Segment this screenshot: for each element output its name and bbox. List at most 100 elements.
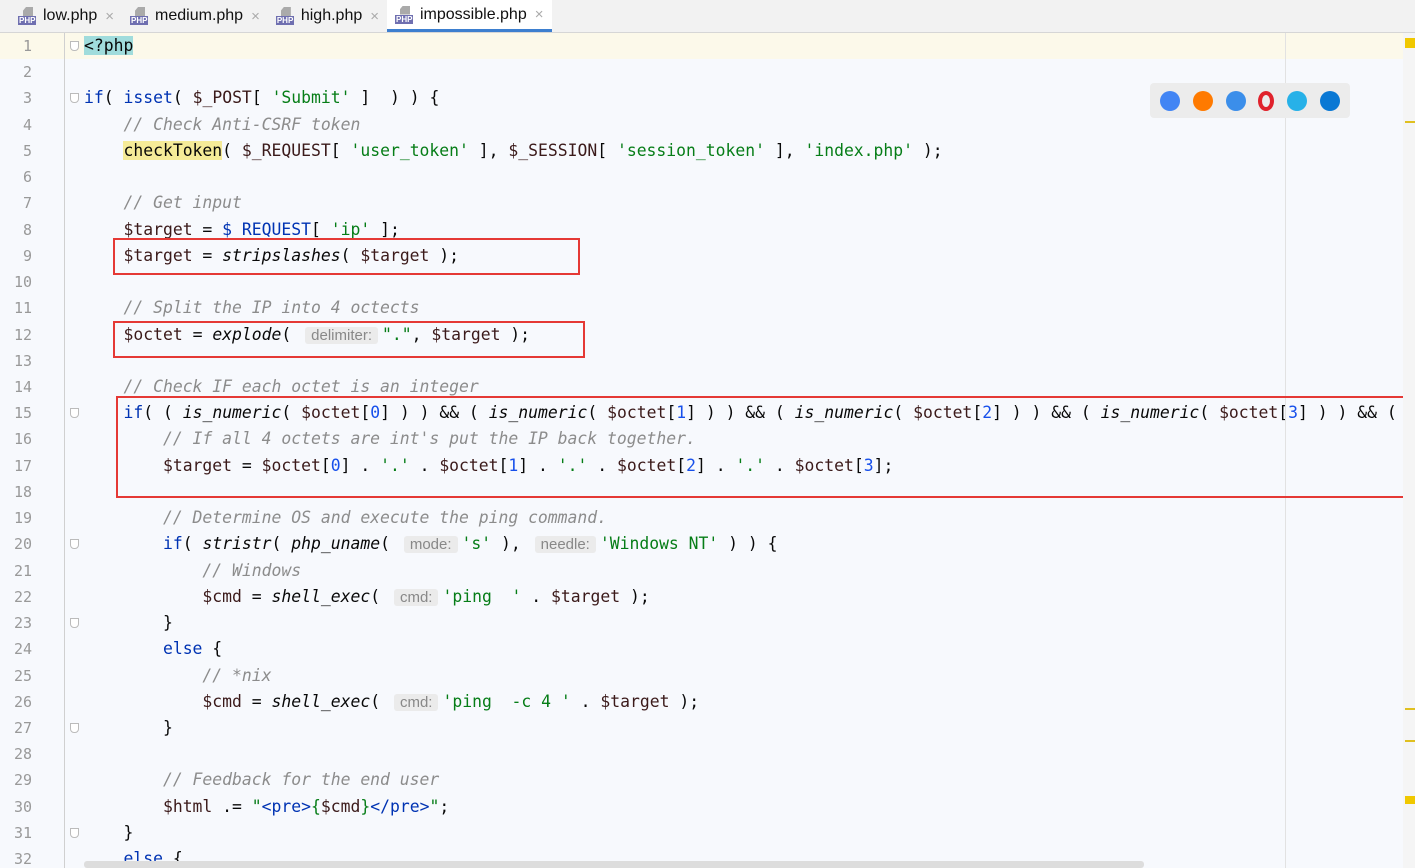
code-line[interactable]: 11 // Split the IP into 4 octects	[0, 295, 1405, 321]
close-icon[interactable]: ×	[535, 6, 544, 23]
tab-label: low.php	[43, 7, 98, 24]
line-number[interactable]: 23	[0, 610, 32, 636]
code-line[interactable]: 6	[0, 164, 1405, 190]
code-line[interactable]: 23 }	[0, 610, 1405, 636]
line-number[interactable]: 14	[0, 374, 32, 400]
line-number[interactable]: 5	[0, 138, 32, 164]
line-number[interactable]: 16	[0, 426, 32, 452]
firefox-icon[interactable]	[1192, 90, 1213, 111]
close-icon[interactable]: ×	[105, 8, 114, 25]
code-line[interactable]: 1 <?php	[0, 33, 1405, 59]
line-number[interactable]: 11	[0, 295, 32, 321]
tab-high[interactable]: PHP high.php ×	[268, 0, 387, 32]
code-line[interactable]: 7 // Get input	[0, 190, 1405, 216]
horizontal-scrollbar[interactable]	[84, 861, 1144, 868]
fold-marker-icon[interactable]	[70, 618, 79, 629]
code-token: 'ip'	[330, 219, 371, 239]
line-number[interactable]: 3	[0, 85, 32, 111]
line-number[interactable]: 8	[0, 217, 32, 243]
php-file-icon: PHP	[130, 7, 150, 25]
code-line[interactable]: 29 // Feedback for the end user	[0, 767, 1405, 793]
line-number[interactable]: 12	[0, 322, 32, 348]
opera-icon[interactable]	[1258, 90, 1275, 111]
fold-marker-icon[interactable]	[70, 539, 79, 550]
warning-marker[interactable]	[1405, 740, 1415, 742]
line-number[interactable]: 24	[0, 636, 32, 662]
code-line[interactable]: 26 $cmd = shell_exec( cmd:'ping -c 4 ' .…	[0, 689, 1405, 715]
fold-marker-icon[interactable]	[70, 408, 79, 419]
code-line[interactable]: 20 if( stristr( php_uname( mode:'s' ), n…	[0, 531, 1405, 557]
line-number[interactable]: 22	[0, 584, 32, 610]
warning-marker[interactable]	[1405, 38, 1415, 48]
fold-marker-icon[interactable]	[70, 827, 79, 838]
vertical-scrollbar[interactable]	[1403, 33, 1415, 868]
line-number[interactable]: 28	[0, 741, 32, 767]
code-token: );	[913, 140, 943, 160]
warning-marker[interactable]	[1405, 708, 1415, 710]
code-line[interactable]: 24 else {	[0, 636, 1405, 662]
close-icon[interactable]: ×	[370, 8, 379, 25]
code-token: // Split the IP into 4 octects	[123, 298, 420, 318]
line-number[interactable]: 30	[0, 794, 32, 820]
line-number[interactable]: 2	[0, 59, 32, 85]
line-number[interactable]: 19	[0, 505, 32, 531]
line-number[interactable]: 27	[0, 715, 32, 741]
code-text: checkToken( $_REQUEST[ 'user_token' ], $…	[84, 138, 943, 164]
code-text: }	[84, 715, 173, 741]
code-line[interactable]: 25 // *nix	[0, 663, 1405, 689]
tab-low[interactable]: PHP low.php ×	[10, 0, 122, 32]
code-line[interactable]: 22 $cmd = shell_exec( cmd:'ping ' . $tar…	[0, 584, 1405, 610]
code-token: // Determine OS and execute the ping com…	[162, 508, 608, 528]
line-number[interactable]: 6	[0, 164, 32, 190]
line-number[interactable]: 31	[0, 820, 32, 846]
line-number[interactable]: 13	[0, 348, 32, 374]
code-line[interactable]: 30 $html .= "<pre>{$cmd}</pre>";	[0, 794, 1405, 820]
safari-icon[interactable]	[1225, 90, 1246, 111]
edge-icon[interactable]	[1319, 90, 1340, 111]
code-text: // Windows	[84, 558, 301, 584]
fold-marker-icon[interactable]	[70, 93, 79, 104]
line-number[interactable]: 29	[0, 767, 32, 793]
line-number[interactable]: 25	[0, 663, 32, 689]
line-number[interactable]: 15	[0, 400, 32, 426]
tab-impossible[interactable]: PHP impossible.php ×	[387, 0, 552, 32]
line-number[interactable]: 26	[0, 689, 32, 715]
chrome-icon[interactable]	[1160, 90, 1181, 111]
code-line[interactable]: 28	[0, 741, 1405, 767]
code-token: $_REQUEST	[222, 219, 311, 239]
code-token: =	[241, 691, 272, 711]
code-line[interactable]: 27 }	[0, 715, 1405, 741]
code-token: =	[241, 586, 272, 606]
code-token: 'ping '	[442, 586, 522, 606]
line-number[interactable]: 9	[0, 243, 32, 269]
code-token: ) ) {	[718, 534, 778, 554]
highlight-box-stripslashes	[113, 238, 580, 275]
line-number[interactable]: 17	[0, 453, 32, 479]
line-number[interactable]: 4	[0, 112, 32, 138]
line-number[interactable]: 1	[0, 33, 32, 59]
php-icon-label: PHP	[395, 14, 414, 24]
code-line[interactable]: 5 checkToken( $_REQUEST[ 'user_token' ],…	[0, 138, 1405, 164]
php-file-icon: PHP	[18, 7, 38, 25]
code-line[interactable]: 2	[0, 59, 1405, 85]
close-icon[interactable]: ×	[251, 8, 260, 25]
fold-marker-icon[interactable]	[70, 722, 79, 733]
line-number[interactable]: 18	[0, 479, 32, 505]
tab-medium[interactable]: PHP medium.php ×	[122, 0, 268, 32]
fold-marker-icon[interactable]	[70, 41, 79, 51]
code-token: (	[222, 140, 242, 160]
internet-explorer-icon[interactable]	[1286, 90, 1307, 111]
code-line[interactable]: 19 // Determine OS and execute the ping …	[0, 505, 1405, 531]
warning-marker[interactable]	[1405, 796, 1415, 804]
line-number[interactable]: 32	[0, 846, 32, 868]
line-number[interactable]: 10	[0, 269, 32, 295]
line-number[interactable]: 7	[0, 190, 32, 216]
line-number[interactable]: 21	[0, 558, 32, 584]
code-text: // Split the IP into 4 octects	[84, 295, 420, 321]
code-line[interactable]: 21 // Windows	[0, 558, 1405, 584]
code-line[interactable]: 31 }	[0, 820, 1405, 846]
line-number[interactable]: 20	[0, 531, 32, 557]
warning-marker[interactable]	[1405, 121, 1415, 123]
